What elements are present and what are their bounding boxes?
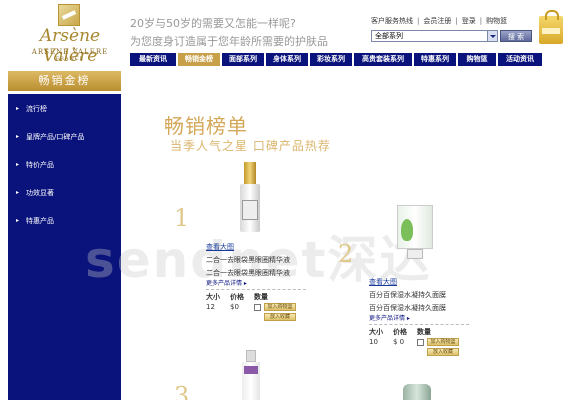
col-size: 大小 [206, 293, 220, 301]
chevron-down-icon[interactable] [487, 31, 497, 41]
link-separator: | [417, 17, 420, 25]
qty-checkbox[interactable] [417, 339, 424, 346]
link-separator: | [455, 17, 458, 25]
more-details-link[interactable]: 更多产品详情 [369, 313, 469, 322]
rank-number: 2 [338, 240, 354, 268]
bottle-label [242, 200, 258, 220]
price-table-header: 大小 价格 数量 [206, 289, 306, 301]
product-image[interactable] [403, 384, 431, 400]
bottle-cap [244, 162, 256, 184]
leaf-icon [401, 219, 413, 241]
product-image[interactable] [397, 205, 433, 261]
shopping-bag-icon[interactable] [539, 10, 563, 44]
sidebar-item-effective[interactable]: 功效显著 [8, 186, 121, 200]
col-size: 大小 [369, 328, 383, 336]
tab-cart[interactable]: 购物篮 [458, 53, 496, 66]
tab-face[interactable]: 面部系列 [222, 53, 264, 66]
product-image[interactable] [237, 162, 263, 234]
add-to-cart-button[interactable]: 加入购物篮 [264, 303, 296, 311]
price-value: $ 0 [393, 338, 405, 346]
qty-checkbox[interactable] [254, 304, 261, 311]
product-name: 百分百保湿水凝持久面膜 [369, 291, 446, 299]
rank-number: 1 [174, 204, 190, 232]
product-name: 二合一去眼袋黑眼圈精华液 [206, 256, 290, 264]
series-select-value: 全部系列 [375, 32, 403, 40]
top-links: 客户服务热线 | 会员注册 | 登录 | 购物篮 [371, 16, 507, 26]
tab-body[interactable]: 身体系列 [266, 53, 308, 66]
tab-luxury-sets[interactable]: 高贵套装系列 [354, 53, 412, 66]
col-qty: 数量 [417, 328, 431, 336]
price-table-header: 大小 价格 数量 [369, 324, 469, 336]
login-link[interactable]: 登录 [462, 16, 476, 26]
more-details-link[interactable]: 更多产品详情 [206, 278, 306, 287]
tab-events[interactable]: 活动资讯 [498, 53, 542, 66]
size-value: 12 [206, 303, 215, 311]
action-buttons: 加入购物篮 放入收藏 [427, 338, 459, 356]
series-select[interactable]: 全部系列 [371, 30, 498, 42]
sidebar-heading: 畅销金榜 [8, 71, 121, 91]
add-to-favorites-button[interactable]: 放入收藏 [427, 348, 459, 356]
bottle-cap [246, 350, 256, 362]
main-nav: 最新资讯 畅销金榜 面部系列 身体系列 彩妆系列 高贵套装系列 特惠系列 购物篮… [130, 53, 572, 66]
tab-news[interactable]: 最新资讯 [130, 53, 176, 66]
customer-service-link[interactable]: 客户服务热线 [371, 16, 413, 26]
bottle-body [403, 384, 431, 400]
product-image[interactable] [241, 350, 261, 400]
view-large-link[interactable]: 查看大图 [369, 277, 469, 287]
sidebar-item-sale[interactable]: 特价产品 [8, 158, 121, 172]
search-button[interactable]: 搜 索 [500, 30, 532, 42]
slogan-line-2: 为您度身订造属于您年龄所需要的护肤品 [130, 35, 328, 48]
rank-number: 3 [174, 382, 190, 400]
page-title: 畅销榜单 [164, 114, 248, 138]
link-separator: | [479, 17, 483, 25]
brand-emblem-icon [58, 4, 80, 26]
brand-logo[interactable]: Arsène Valère ARSENE VALERE FRANCE [14, 4, 126, 68]
col-price: 价格 [230, 293, 244, 301]
tab-makeup[interactable]: 彩妆系列 [310, 53, 352, 66]
col-price: 价格 [393, 328, 407, 336]
tube-cap [407, 249, 423, 259]
sidebar-item-popular[interactable]: 流行榜 [8, 102, 121, 116]
price-row: 10 $ 0 加入购物篮 放入收藏 [369, 338, 469, 358]
brand-name: ARSENE VALERE [31, 48, 109, 56]
product-name: 百分百保湿水凝持久面膜 [369, 304, 446, 312]
register-link[interactable]: 会员注册 [423, 16, 451, 26]
tab-specials[interactable]: 特惠系列 [414, 53, 456, 66]
size-value: 10 [369, 338, 378, 346]
add-to-favorites-button[interactable]: 放入收藏 [264, 313, 296, 321]
view-large-link[interactable]: 查看大图 [206, 242, 306, 252]
product-card: 查看大图 二合一去眼袋黑眼圈精华液 二合一去眼袋黑眼圈精华液 更多产品详情 大小… [206, 242, 306, 323]
price-value: $0 [230, 303, 239, 311]
add-to-cart-button[interactable]: 加入购物篮 [427, 338, 459, 346]
brand-country: FRANCE [55, 56, 85, 62]
col-qty: 数量 [254, 293, 268, 301]
page-subtitle: 当季人气之星 口碑产品热荐 [170, 139, 331, 153]
tab-bestsellers[interactable]: 畅销金榜 [178, 53, 220, 66]
product-name: 二合一去眼袋黑眼圈精华液 [206, 269, 290, 277]
product-card: 查看大图 百分百保湿水凝持久面膜 百分百保湿水凝持久面膜 更多产品详情 大小 价… [369, 277, 469, 358]
action-buttons: 加入购物篮 放入收藏 [264, 303, 296, 321]
sidebar-item-signature[interactable]: 皇牌产品/口碑产品 [8, 130, 121, 144]
cart-link[interactable]: 购物篮 [486, 16, 507, 26]
bottle-label [244, 366, 258, 374]
price-row: 12 $0 加入购物篮 放入收藏 [206, 303, 306, 323]
slogan-line-1: 20岁与50岁的需要又怎能一样呢? [130, 17, 296, 30]
